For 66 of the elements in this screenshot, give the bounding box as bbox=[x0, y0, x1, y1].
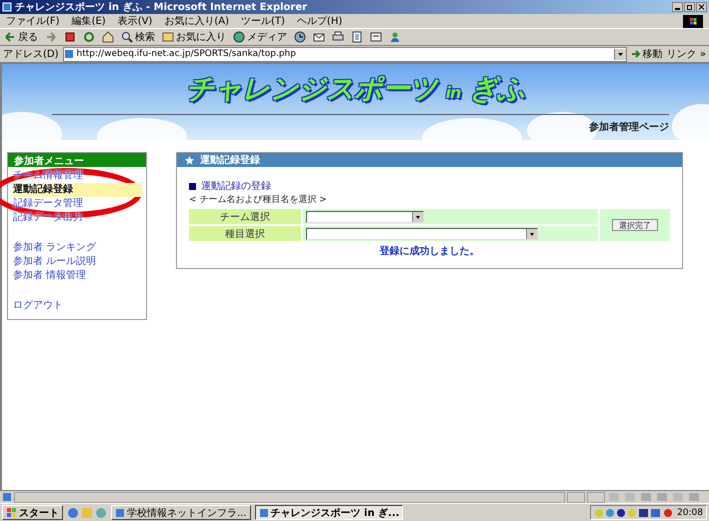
status-pane bbox=[587, 492, 605, 502]
quick-launch-icons[interactable] bbox=[67, 506, 107, 518]
address-label: アドレス(D) bbox=[3, 48, 59, 61]
toolbar-button[interactable]: 検索 bbox=[121, 30, 155, 44]
menu-item[interactable]: お気に入り(A) bbox=[164, 14, 229, 28]
document-icon[interactable] bbox=[351, 31, 363, 43]
menu-item[interactable]: ファイル(F) bbox=[6, 14, 60, 28]
printer-icon[interactable] bbox=[332, 31, 344, 43]
close-icon[interactable] bbox=[696, 2, 707, 12]
success-message: 登録に成功しました。 bbox=[378, 244, 480, 258]
page-subtitle: 参加者管理ページ bbox=[589, 120, 669, 134]
toolbar-button[interactable]: お気に入り bbox=[162, 30, 226, 44]
go-button[interactable]: 移動 bbox=[630, 47, 663, 61]
page-icon bbox=[258, 508, 269, 518]
sidebar-link[interactable]: ログアウト bbox=[12, 299, 142, 313]
home-icon[interactable] bbox=[102, 31, 114, 43]
start-button[interactable]: スタート bbox=[2, 505, 63, 520]
section-title: 運動記録の登録 bbox=[201, 180, 271, 193]
field-label: チーム選択 bbox=[189, 209, 301, 224]
menu-item[interactable]: ヘルプ(H) bbox=[296, 14, 342, 28]
sidebar-title: 参加者メニュー bbox=[8, 153, 146, 167]
back-arrow-icon bbox=[4, 31, 16, 43]
windows-logo-icon bbox=[683, 14, 703, 28]
status-pane bbox=[567, 492, 585, 502]
folder-icon bbox=[162, 31, 174, 43]
go-arrow-icon bbox=[630, 49, 641, 59]
media-icon bbox=[233, 31, 245, 43]
toolbar-button[interactable]: 戻る bbox=[4, 30, 38, 44]
page-icon bbox=[64, 49, 74, 59]
taskbar-window-button[interactable]: 学校情報ネットインフラ... bbox=[111, 505, 251, 520]
site-logo: チャレンジスポーツ in ぎふ bbox=[186, 71, 526, 107]
clock-icon[interactable] bbox=[294, 31, 306, 43]
sidebar-link[interactable]: 参加者 ランキング bbox=[12, 241, 142, 255]
window-title: チャレンジスポーツ in ぎふ - Microsoft Internet Explorer bbox=[15, 1, 308, 14]
menu-item[interactable]: ツール(T) bbox=[241, 14, 285, 28]
panel-title: 運動記録登録 bbox=[200, 154, 260, 167]
search-icon bbox=[121, 31, 133, 43]
page-icon bbox=[2, 2, 12, 12]
star-icon bbox=[185, 156, 194, 164]
minimize-icon[interactable] bbox=[672, 2, 683, 12]
toolbar-button[interactable]: メディア bbox=[233, 30, 287, 44]
square-bullet-icon bbox=[189, 182, 196, 190]
field-label: 種目選択 bbox=[189, 226, 301, 241]
clock: 20:08 bbox=[677, 508, 703, 518]
select-field[interactable] bbox=[306, 228, 538, 240]
person-icon[interactable] bbox=[389, 31, 401, 43]
select-field[interactable] bbox=[306, 210, 424, 222]
instruction-text: < チーム名および種目名を選択 > bbox=[189, 194, 328, 206]
menu-item[interactable]: 編集(E) bbox=[72, 14, 106, 28]
stop-icon[interactable] bbox=[64, 31, 76, 43]
page-icon bbox=[115, 508, 125, 518]
restore-icon[interactable] bbox=[684, 2, 695, 12]
sidebar-link[interactable]: 参加者 情報管理 bbox=[12, 269, 142, 283]
mail-icon[interactable] bbox=[313, 31, 325, 43]
sidebar-link[interactable]: 運動記録登録 bbox=[12, 183, 142, 197]
refresh-icon[interactable] bbox=[83, 31, 95, 43]
menu-item[interactable]: 表示(V) bbox=[118, 14, 152, 28]
page-icon bbox=[2, 492, 12, 502]
confirm-button[interactable]: 選択完了 bbox=[612, 219, 658, 231]
windows-logo-icon bbox=[6, 507, 17, 518]
links-label[interactable]: リンク » bbox=[666, 47, 706, 61]
taskbar-window-button[interactable]: チャレンジスポーツ in ぎ... bbox=[254, 505, 404, 520]
sidebar-link[interactable]: 参加者 ルール説明 bbox=[12, 255, 142, 269]
address-field[interactable]: http://webeq.ifu-net.ac.jp/SPORTS/sanka/top.php bbox=[62, 46, 627, 62]
sidebar-link[interactable]: 記録データ管理 bbox=[12, 197, 142, 211]
discussion-icon[interactable] bbox=[370, 31, 382, 43]
